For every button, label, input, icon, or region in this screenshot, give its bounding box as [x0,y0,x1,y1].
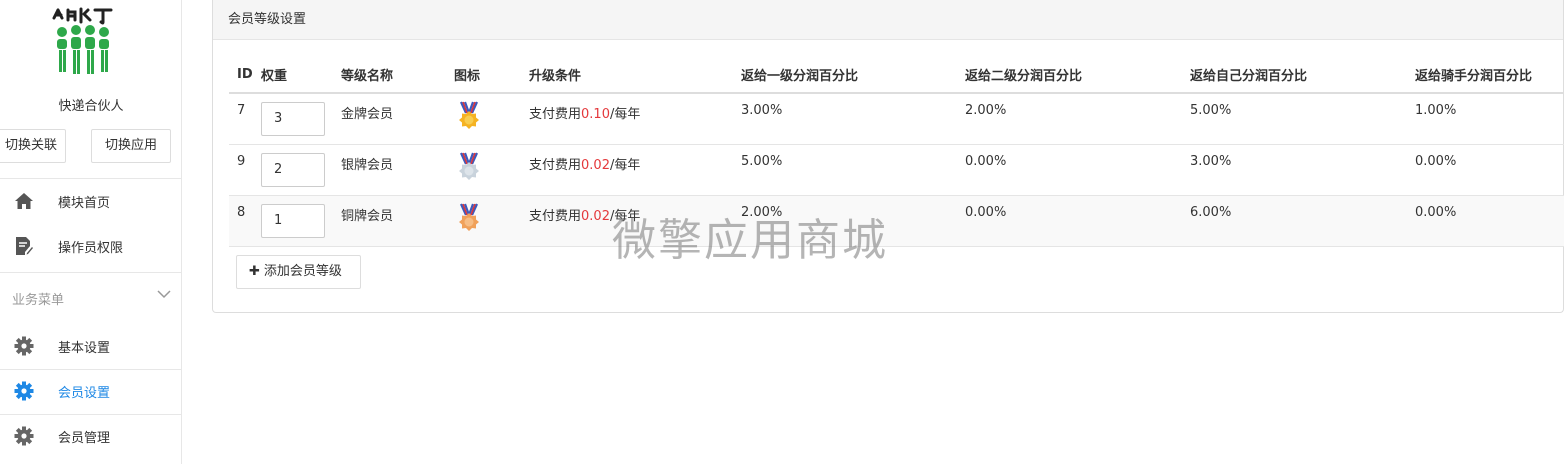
col-header-id: ID [229,56,261,94]
condition-prefix: 支付费用 [529,208,582,224]
col-header-name: 等级名称 [341,56,454,94]
cell-weight: 1 [261,195,341,247]
weight-input[interactable]: 2 [261,152,325,187]
section-title: 业务菜单 [12,293,65,308]
condition-amount: 0.10 [581,107,610,122]
cell-rider-share: 0.00% [1415,195,1564,247]
cell-condition: 支付费用0.02/每年 [529,144,741,196]
cell-rider-share: 0.00% [1415,144,1564,196]
app-name: 快递合伙人 [58,99,124,114]
add-member-level-button[interactable]: ✚ 添加会员等级 [236,255,361,289]
cell-weight: 2 [261,144,341,196]
col-header-level1-share: 返给一级分润百分比 [741,56,965,94]
document-edit-icon [14,236,34,256]
cell-level2-share: 0.00% [965,195,1190,247]
col-header-level2-share: 返给二级分润百分比 [965,56,1190,94]
cell-name: 铜牌会员 [341,195,454,247]
member-level-table: ID 权重 等级名称 图标 升级条件 返给一级分润百分比 返给二级分润百分比 返… [229,56,1564,247]
silver-medal-icon [459,152,479,180]
nav-item-label: 基本设置 [58,340,111,356]
gold-medal-icon [459,101,479,129]
nav-item-basic-settings[interactable]: 基本设置 [0,324,182,368]
cell-icon [454,195,529,247]
col-header-self-share: 返给自己分润百分比 [1190,56,1415,94]
cell-name: 银牌会员 [341,144,454,196]
cell-icon [454,93,529,145]
cell-condition: 支付费用0.10/每年 [529,93,741,145]
weight-input[interactable]: 1 [261,203,325,238]
panel-title: 会员等级设置 [213,0,1563,40]
table-row: 7 3 金牌会员 支付费用0.10/每年 3.00% 2.00% 5.00% 1… [229,93,1564,145]
home-icon [14,191,34,211]
table-row: 8 1 铜牌会员 支付费用0.02/每年 2.00% 0.00% 6.00% 0… [229,195,1564,247]
switch-link-button[interactable]: 切换关联 [0,129,66,163]
nav-item-label: 会员管理 [58,430,111,446]
cell-weight: 3 [261,93,341,145]
add-button-label: 添加会员等级 [263,264,342,279]
nav-item-label: 会员设置 [58,385,111,401]
cell-id: 7 [229,93,261,145]
switch-app-button[interactable]: 切换应用 [91,129,171,163]
cell-id: 8 [229,195,261,247]
cell-level1-share: 3.00% [741,93,965,145]
sidebar-divider [0,272,182,273]
cell-name: 金牌会员 [341,93,454,145]
table-row: 9 2 银牌会员 支付费用0.02/每年 5.00% 0.00% 3.00% 0… [229,144,1564,196]
gear-icon [14,426,34,446]
cell-self-share: 6.00% [1190,195,1415,247]
condition-suffix: /每年 [609,107,641,122]
condition-amount: 0.02 [581,157,610,173]
sidebar: 快递合伙人 切换关联 切换应用 模块首页 操作员权限 业务菜单 基本设置 会员设… [0,0,182,464]
cell-id: 9 [229,144,261,196]
condition-amount: 0.02 [581,208,610,224]
cell-level1-share: 5.00% [741,144,965,196]
cell-level2-share: 0.00% [965,144,1190,196]
weight-input[interactable]: 3 [261,102,325,136]
condition-suffix: /每年 [609,157,641,173]
cell-self-share: 3.00% [1190,144,1415,196]
col-header-icon: 图标 [454,56,529,94]
col-header-rider-share: 返给骑手分润百分比 [1415,56,1564,94]
cell-level2-share: 2.00% [965,93,1190,145]
watermark: 微擎应用商城 [612,215,888,266]
app-logo [52,7,113,74]
condition-prefix: 支付费用 [529,157,582,173]
nav-item-member-management[interactable]: 会员管理 [0,414,182,458]
member-level-panel: 会员等级设置 ID 权重 等级名称 图标 升级条件 返给一级分润百分比 返给二级… [212,0,1564,313]
plus-icon: ✚ [249,264,260,279]
nav-item-label: 操作员权限 [58,240,124,256]
cell-rider-share: 1.00% [1415,93,1564,145]
cell-self-share: 5.00% [1190,93,1415,145]
gear-icon [14,336,34,356]
cell-icon [454,144,529,196]
chevron-down-icon[interactable] [157,288,171,300]
col-header-weight: 权重 [261,56,341,94]
nav-item-module-home[interactable]: 模块首页 [0,179,182,223]
nav-item-member-settings[interactable]: 会员设置 [0,369,182,413]
gear-icon [14,381,34,401]
table-header-row: ID 权重 等级名称 图标 升级条件 返给一级分润百分比 返给二级分润百分比 返… [229,56,1564,94]
nav-item-label: 模块首页 [58,195,111,211]
col-header-condition: 升级条件 [529,56,741,94]
condition-prefix: 支付费用 [529,107,582,122]
nav-item-operator-permission[interactable]: 操作员权限 [0,224,182,268]
bronze-medal-icon [459,203,479,231]
